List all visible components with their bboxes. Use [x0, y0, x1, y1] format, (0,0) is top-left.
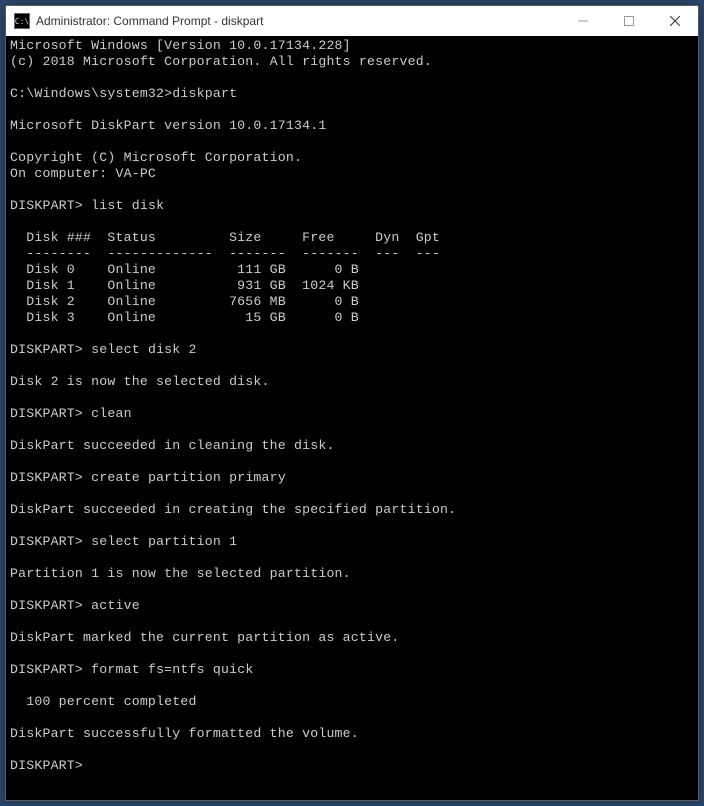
msg-active-ok: DiskPart marked the current partition as… — [10, 630, 399, 645]
close-button[interactable] — [652, 6, 698, 36]
terminal-output[interactable]: Microsoft Windows [Version 10.0.17134.22… — [6, 36, 698, 800]
msg-format-progress: 100 percent completed — [10, 694, 197, 709]
diskpart-prompt: DISKPART> — [10, 534, 83, 549]
window-controls — [560, 6, 698, 36]
diskpart-prompt: DISKPART> — [10, 662, 83, 677]
cmd-active: active — [91, 598, 140, 613]
os-version-line: Microsoft Windows [Version 10.0.17134.22… — [10, 38, 351, 53]
cmd-select-partition: select partition 1 — [91, 534, 237, 549]
copyright-line: (c) 2018 Microsoft Corporation. All righ… — [10, 54, 432, 69]
msg-partition-selected: Partition 1 is now the selected partitio… — [10, 566, 351, 581]
diskpart-copyright: Copyright (C) Microsoft Corporation. — [10, 150, 302, 165]
disk-table-row: Disk 3 Online 15 GB 0 B — [10, 310, 359, 325]
cmd-clean: clean — [91, 406, 132, 421]
diskpart-prompt: DISKPART> — [10, 598, 83, 613]
cmd-format: format fs=ntfs quick — [91, 662, 253, 677]
titlebar[interactable]: C:\ Administrator: Command Prompt - disk… — [6, 6, 698, 36]
msg-clean-ok: DiskPart succeeded in cleaning the disk. — [10, 438, 335, 453]
cmd-list-disk: list disk — [91, 198, 164, 213]
diskpart-prompt: DISKPART> — [10, 758, 83, 773]
shell-prompt: C:\Windows\system32> — [10, 86, 172, 101]
command-prompt-window: C:\ Administrator: Command Prompt - disk… — [5, 5, 699, 801]
diskpart-prompt: DISKPART> — [10, 470, 83, 485]
computer-name-line: On computer: VA-PC — [10, 166, 156, 181]
diskpart-prompt: DISKPART> — [10, 198, 83, 213]
msg-disk-selected: Disk 2 is now the selected disk. — [10, 374, 270, 389]
window-title: Administrator: Command Prompt - diskpart — [36, 14, 560, 28]
diskpart-prompt: DISKPART> — [10, 342, 83, 357]
disk-table-row: Disk 1 Online 931 GB 1024 KB — [10, 278, 359, 293]
cmd-create-partition: create partition primary — [91, 470, 286, 485]
maximize-button[interactable] — [606, 6, 652, 36]
disk-table-header: Disk ### Status Size Free Dyn Gpt — [10, 230, 440, 245]
cmd-icon: C:\ — [14, 13, 30, 29]
diskpart-version: Microsoft DiskPart version 10.0.17134.1 — [10, 118, 326, 133]
diskpart-prompt: DISKPART> — [10, 406, 83, 421]
disk-table-divider: -------- ------------- ------- ------- -… — [10, 246, 440, 261]
disk-table-row: Disk 2 Online 7656 MB 0 B — [10, 294, 359, 309]
msg-partition-created: DiskPart succeeded in creating the speci… — [10, 502, 456, 517]
disk-table-row: Disk 0 Online 111 GB 0 B — [10, 262, 359, 277]
cmd-select-disk: select disk 2 — [91, 342, 196, 357]
msg-format-ok: DiskPart successfully formatted the volu… — [10, 726, 359, 741]
shell-command: diskpart — [172, 86, 237, 101]
minimize-button[interactable] — [560, 6, 606, 36]
